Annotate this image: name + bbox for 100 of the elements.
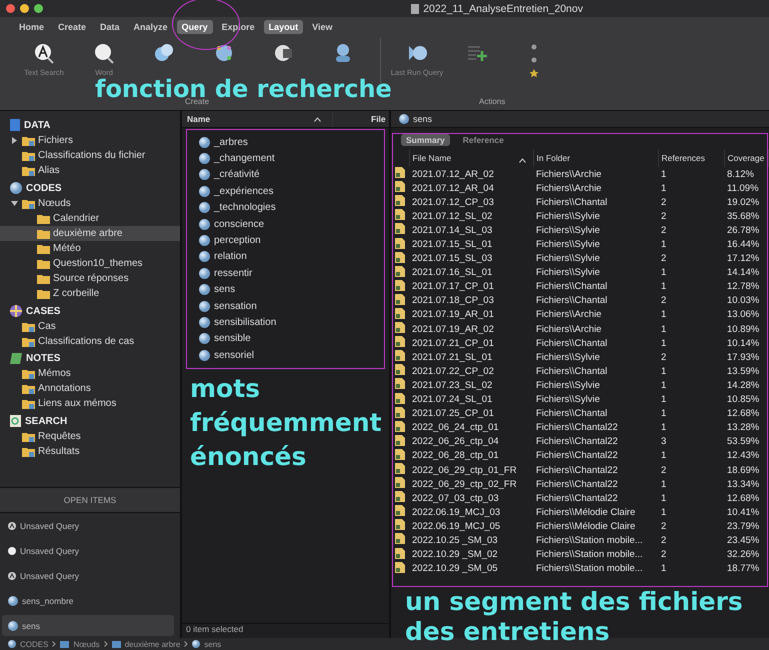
magnifier-icon[interactable]	[93, 42, 115, 64]
document-icon	[395, 364, 405, 376]
expanded-arrow-icon[interactable]	[10, 200, 19, 207]
table-cell: 1	[661, 366, 666, 377]
zoom-button[interactable]	[34, 4, 43, 13]
table-cell: 2021.07.14_SL_03	[412, 224, 492, 236]
document-icon	[395, 294, 405, 305]
table-cell: 17.12%	[727, 253, 760, 264]
column-header[interactable]: References	[662, 153, 705, 163]
column-header[interactable]: File Name	[412, 153, 452, 163]
tree-item[interactable]: Fichiers	[0, 133, 180, 148]
list-item[interactable]: _expériences	[214, 186, 274, 197]
collapsed-arrow-icon[interactable]	[10, 137, 19, 144]
text-search-icon[interactable]	[33, 42, 55, 64]
column-header[interactable]: In Folder	[536, 153, 570, 163]
tree-item[interactable]: Liens aux mémos	[0, 396, 180, 411]
ribbon-tab[interactable]: View	[307, 20, 338, 34]
ribbon-tab[interactable]: Query	[176, 20, 213, 34]
tree-item[interactable]: Question10_themes	[0, 256, 180, 271]
table-cell: 2	[661, 464, 666, 476]
pane-tab[interactable]: Summary	[401, 134, 450, 146]
code-sphere-icon	[199, 186, 210, 197]
code-sphere-icon	[199, 268, 210, 279]
circles-icon[interactable]	[153, 42, 175, 64]
tree-item[interactable]: Alias	[0, 163, 180, 178]
ribbon-tab[interactable]: Home	[14, 20, 50, 34]
code-sphere-icon	[199, 251, 210, 262]
section-title: SEARCH	[25, 416, 68, 426]
list-item[interactable]: _arbres	[214, 136, 248, 148]
tree-item[interactable]: deuxième arbre	[0, 226, 180, 241]
matrix-icon[interactable]	[213, 42, 235, 64]
ribbon-tab[interactable]: Create	[53, 20, 92, 34]
table-cell: 11.09%	[727, 182, 759, 194]
table-cell: Fichiers\\Chantal22	[536, 422, 618, 434]
list-item[interactable]: sensoriel	[214, 350, 254, 361]
list-item[interactable]: ressentir	[214, 268, 252, 279]
table-cell: 2021.07.16_SL_01	[412, 267, 492, 278]
breadcrumb-item[interactable]: sens	[204, 640, 222, 648]
tree-item[interactable]: Cas	[0, 319, 180, 334]
breadcrumb-item[interactable]: CODES	[20, 640, 48, 648]
tree-item[interactable]: Z corbeille	[0, 286, 180, 301]
open-item[interactable]: Unsaved Query	[2, 515, 174, 536]
column-header[interactable]: Name	[182, 114, 314, 124]
table-cell: 1	[661, 394, 666, 406]
column-header[interactable]: Coverage	[728, 153, 764, 163]
table-cell: 2021.07.19_AR_02	[412, 324, 494, 335]
ribbon-tab[interactable]: Analyze	[128, 20, 173, 34]
list-item[interactable]: _changement	[214, 153, 275, 164]
table-cell: Fichiers\\Chantal22	[536, 450, 618, 462]
tree-item[interactable]: Classifications de cas	[0, 334, 180, 349]
list-item[interactable]: sens	[214, 284, 236, 296]
tree-item[interactable]: Requêtes	[0, 429, 180, 444]
document-icon	[395, 350, 405, 362]
list-item[interactable]: sensation	[214, 300, 257, 312]
tree-item[interactable]: Source réponses	[0, 271, 180, 286]
document-tab[interactable]: sens	[413, 114, 432, 124]
table-cell: 2022_06_29_ctp_02_FR	[412, 478, 517, 490]
table-sphere-icon[interactable]	[273, 42, 295, 64]
list-item[interactable]: conscience	[214, 218, 264, 230]
tree-item[interactable]: Nœuds	[0, 196, 180, 211]
code-sphere-icon	[199, 284, 210, 296]
tree-item[interactable]: Calendrier	[0, 211, 180, 226]
ribbon-tab[interactable]: Data	[95, 20, 125, 34]
breadcrumb-item[interactable]: deuxième arbre	[124, 640, 180, 648]
table-cell: Fichiers\\Chantal	[536, 408, 608, 420]
tree-item[interactable]: Mémos	[0, 366, 180, 381]
list-item[interactable]: _technologies	[214, 202, 276, 214]
breadcrumb-item[interactable]: Nœuds	[73, 640, 100, 648]
document-icon	[395, 406, 405, 418]
table-cell: 12.68%	[727, 408, 760, 420]
code-sphere-icon	[199, 235, 210, 246]
ribbon-tab[interactable]: Layout	[264, 20, 304, 34]
list-item[interactable]: sensibilisation	[214, 316, 276, 328]
column-header[interactable]: File	[355, 114, 389, 124]
table-cell: 2021.07.23_SL_02	[412, 380, 492, 391]
table-cell: 16.44%	[727, 239, 760, 250]
table-cell: 1	[661, 492, 666, 504]
list-item[interactable]: perception	[214, 235, 261, 246]
open-item[interactable]: sens	[2, 615, 174, 636]
tree-item[interactable]: Météo	[0, 241, 180, 256]
list-item[interactable]: sensible	[214, 333, 251, 344]
open-item[interactable]: sens_nombre	[2, 590, 174, 611]
tree-item[interactable]: Classifications du fichier	[0, 148, 180, 163]
table-cell: 1	[661, 478, 666, 490]
list-item[interactable]: relation	[214, 251, 247, 262]
tree-item[interactable]: Résultats	[0, 444, 180, 459]
table-cell: 1	[661, 182, 666, 194]
tree-item[interactable]: Annotations	[0, 381, 180, 396]
open-item[interactable]: Unsaved Query	[2, 565, 174, 586]
list-item[interactable]: _créativité	[214, 169, 260, 180]
table-cell: 12.43%	[727, 450, 760, 462]
table-cell: 2021.07.22_CP_02	[412, 366, 494, 377]
minimize-button[interactable]	[20, 4, 29, 13]
close-button[interactable]	[6, 4, 15, 13]
document-icon	[395, 336, 405, 348]
table-cell: 2021.07.21_SL_01	[412, 352, 492, 363]
code-sphere-icon	[199, 218, 210, 230]
table-cell: 2	[661, 520, 666, 532]
pane-tab[interactable]: Reference	[458, 134, 509, 146]
open-item[interactable]: Unsaved Query	[2, 540, 174, 561]
